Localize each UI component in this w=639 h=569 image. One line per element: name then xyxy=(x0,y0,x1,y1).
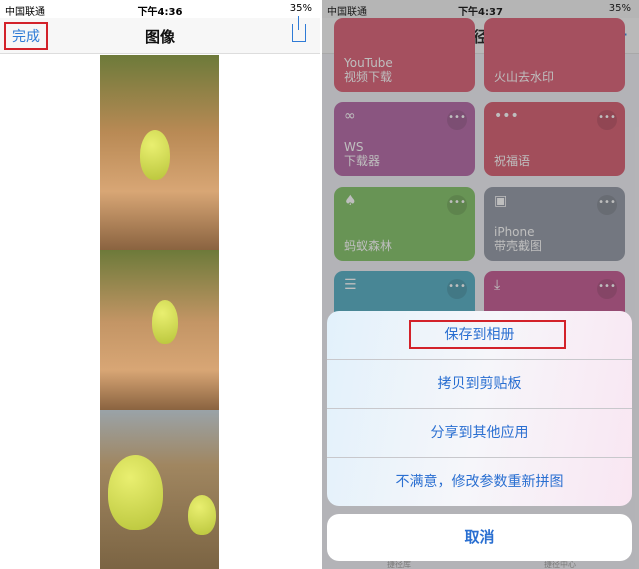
page-title: 图像 xyxy=(144,28,175,46)
nav-bar: 完成 图像 xyxy=(0,16,320,54)
copy-to-clipboard-option[interactable]: 拷贝到剪贴板 xyxy=(327,360,632,409)
shortcuts-screen: 中国联通 下午4:37 35% 编辑 捷径库 + YouTube 视频下载火山去… xyxy=(322,0,639,569)
parakeet xyxy=(140,130,170,180)
battery-level: 35% xyxy=(289,3,312,14)
photo-segment xyxy=(100,55,219,250)
highlight-box xyxy=(409,320,566,349)
photo-segment xyxy=(100,410,219,569)
clock: 下午4:36 xyxy=(137,7,183,18)
option-label: 不满意，修改参数重新拼图 xyxy=(395,474,564,490)
parakeet xyxy=(108,455,163,530)
share-icon[interactable] xyxy=(292,16,306,42)
photo-segment xyxy=(100,250,219,410)
save-to-album-option[interactable]: 保存到相册 xyxy=(327,311,632,360)
share-to-apps-option[interactable]: 分享到其他应用 xyxy=(327,409,632,458)
option-label: 拷贝到剪贴板 xyxy=(437,376,522,392)
parakeet xyxy=(188,495,216,535)
option-label: 分享到其他应用 xyxy=(430,425,529,441)
stitched-image xyxy=(100,55,219,569)
image-viewer-screen: 中国联通 下午4:36 35% 完成 图像 xyxy=(0,0,320,569)
status-bar: 中国联通 下午4:36 35% xyxy=(0,0,320,18)
redo-stitch-option[interactable]: 不满意，修改参数重新拼图 xyxy=(327,458,632,506)
action-sheet: 保存到相册 拷贝到剪贴板 分享到其他应用 不满意，修改参数重新拼图 xyxy=(327,311,632,506)
parakeet xyxy=(152,300,178,344)
cancel-button[interactable]: 取消 xyxy=(327,514,632,561)
